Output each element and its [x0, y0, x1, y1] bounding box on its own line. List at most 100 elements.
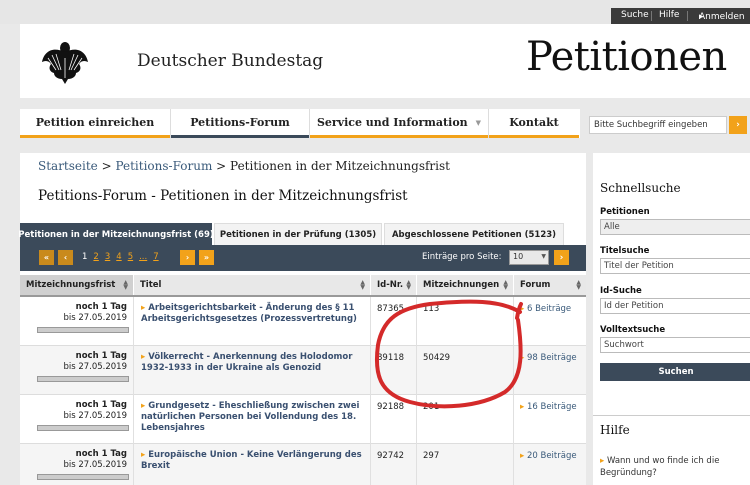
id-cell: 89118	[371, 346, 417, 395]
sort-icon: ▲ ▼	[503, 279, 508, 291]
column-header-title[interactable]: Titel ▲ ▼	[134, 275, 371, 295]
forum-link[interactable]: ▸ 6 Beiträge	[520, 304, 571, 314]
deadline-remaining: noch 1 Tag	[75, 351, 127, 361]
prev-page-button[interactable]: ‹	[58, 250, 73, 265]
petition-title-link[interactable]: ▸ Völkerrecht - Anerkennung des Holodomo…	[141, 352, 366, 374]
arrow-icon: ▸	[520, 402, 527, 412]
pagination-bar: « ‹ 1 2 3 4 5... 7 › » Einträge pro Seite: 10…	[20, 245, 586, 271]
page-link[interactable]: 7	[153, 252, 158, 262]
petition-id: 92188	[377, 402, 405, 412]
arrow-icon: ▸	[600, 456, 607, 466]
signature-count: 201	[423, 402, 440, 412]
petition-title-link[interactable]: ▸ Grundgesetz - Eheschließung zwischen z…	[141, 401, 366, 434]
site-search-input[interactable]: Bitte Suchbegriff eingeben	[589, 116, 727, 134]
federal-eagle-icon[interactable]	[40, 38, 90, 84]
column-header-signatures[interactable]: Mitzeichnungen ▲ ▼	[417, 275, 514, 295]
petitions-select[interactable]: Alle	[600, 219, 750, 235]
table-row: noch 1 Tag bis 27.05.2019 ▸ Europäische U…	[20, 444, 586, 485]
help-link[interactable]: Hilfe	[659, 10, 679, 20]
page-link[interactable]: 4	[116, 252, 121, 262]
petition-title: Arbeitsgerichtsbarkeit - Änderung des § …	[141, 303, 357, 324]
nav-service-information[interactable]: Service und Information ▼	[310, 109, 488, 138]
tab-abgeschlossen[interactable]: Abgeschlossene Petitionen (5123)	[384, 223, 564, 245]
deadline-date: bis 27.05.2019	[63, 460, 127, 470]
arrow-icon: ▸	[520, 304, 527, 314]
signatures-cell: 113	[417, 297, 514, 346]
id-search-input[interactable]: Id der Petition	[600, 298, 750, 314]
page-ellipsis: ...	[139, 252, 148, 262]
id-search-label: Id-Suche	[600, 286, 642, 296]
last-page-button[interactable]: »	[199, 250, 214, 265]
breadcrumb-home[interactable]: Startseite	[38, 159, 98, 173]
progress-bar	[37, 474, 129, 480]
help-link[interactable]: ▸ Wann und wo finde ich die Begründung?	[600, 455, 745, 479]
page-link[interactable]: 5	[128, 252, 133, 262]
first-page-button[interactable]: «	[39, 250, 54, 265]
search-link[interactable]: Suche	[621, 10, 649, 20]
table-row: noch 1 Tag bis 27.05.2019 ▸ Grundgesetz -…	[20, 395, 586, 444]
column-header-deadline[interactable]: Mitzeichnungsfrist ▲ ▼	[20, 275, 134, 295]
progress-bar	[37, 327, 129, 333]
nav-petition-einreichen[interactable]: Petition einreichen	[20, 109, 170, 138]
per-page-go-button[interactable]: ›	[554, 250, 569, 265]
page-link[interactable]: 3	[105, 252, 110, 262]
main-content: Startseite > Petitions-Forum > Petitione…	[18, 153, 586, 485]
fulltext-search-input[interactable]: Suchwort	[600, 337, 750, 353]
signatures-cell: 50429	[417, 346, 514, 395]
tab-bar: Petitionen in der Mitzeichnungsfrist (69…	[18, 223, 586, 245]
deadline-date: bis 27.05.2019	[63, 362, 127, 372]
nav-kontakt[interactable]: Kontakt	[489, 109, 579, 138]
site-header: Deutscher Bundestag Petitionen	[20, 24, 750, 98]
forum-link[interactable]: ▸ 16 Beiträge	[520, 402, 577, 412]
column-header-forum[interactable]: Forum ▲ ▼	[514, 275, 586, 295]
id-cell: 87365	[371, 297, 417, 346]
petitions-label: Petitionen	[600, 207, 650, 217]
nav-petitions-forum[interactable]: Petitions-Forum	[171, 109, 309, 138]
site-title[interactable]: Petitionen	[526, 34, 727, 80]
page-links: 1 2 3 4 5... 7	[82, 252, 165, 262]
sort-icon: ▲ ▼	[406, 279, 411, 291]
deadline-remaining: noch 1 Tag	[75, 400, 127, 410]
petition-title: Europäische Union - Keine Verlängerung d…	[141, 450, 362, 471]
forum-link[interactable]: ▸ 98 Beiträge	[520, 353, 577, 363]
site-search-button[interactable]: ›	[729, 116, 747, 134]
petition-title-link[interactable]: ▸ Europäische Union - Keine Verlängerung…	[141, 450, 366, 472]
table-header: Mitzeichnungsfrist ▲ ▼ Titel ▲ ▼ Id-Nr. ▲ ▼ Mi…	[20, 275, 586, 297]
arrow-icon: ▸	[520, 353, 527, 363]
page-link[interactable]: 2	[93, 252, 98, 262]
petition-title-link[interactable]: ▸ Arbeitsgerichtsbarkeit - Änderung des …	[141, 303, 366, 325]
chevron-down-icon: ▼	[475, 117, 482, 127]
title-cell: ▸ Völkerrecht - Anerkennung des Holodomo…	[134, 346, 371, 395]
signature-count: 297	[423, 451, 440, 461]
forum-cell: ▸ 6 Beiträge	[514, 297, 586, 346]
tab-in-pruefung[interactable]: Petitionen in der Prüfung (1305)	[214, 223, 382, 245]
page-title: Petitions-Forum - Petitionen in der Mitz…	[38, 188, 408, 204]
petition-id: 89118	[377, 353, 405, 363]
deadline-cell: noch 1 Tag bis 27.05.2019	[20, 346, 134, 395]
petition-table: noch 1 Tag bis 27.05.2019 ▸ Arbeitsgerich…	[20, 297, 586, 485]
deadline: noch 1 Tag bis 27.05.2019	[63, 449, 127, 471]
page-link-current[interactable]: 1	[82, 252, 87, 262]
title-search-label: Titelsuche	[600, 246, 650, 256]
per-page-select[interactable]: 10 ▼	[509, 250, 549, 265]
forum-link[interactable]: ▸ 20 Beiträge	[520, 451, 577, 461]
table-row: noch 1 Tag bis 27.05.2019 ▸ Arbeitsgerich…	[20, 297, 586, 346]
title-cell: ▸ Grundgesetz - Eheschließung zwischen z…	[134, 395, 371, 444]
tab-mitzeichnungsfrist[interactable]: Petitionen in der Mitzeichnungsfrist (69…	[18, 223, 214, 245]
signature-count: 50429	[423, 353, 451, 363]
column-header-id[interactable]: Id-Nr. ▲ ▼	[371, 275, 417, 295]
deadline: noch 1 Tag bis 27.05.2019	[63, 400, 127, 422]
deadline-date: bis 27.05.2019	[63, 313, 127, 323]
deadline: noch 1 Tag bis 27.05.2019	[63, 302, 127, 324]
next-page-button[interactable]: ›	[180, 250, 195, 265]
forum-cell: ▸ 20 Beiträge	[514, 444, 586, 485]
title-search-input[interactable]: Titel der Petition	[600, 258, 750, 274]
breadcrumb: Startseite > Petitions-Forum > Petitione…	[38, 159, 450, 173]
brand-name[interactable]: Deutscher Bundestag	[137, 51, 323, 71]
chevron-down-icon: ▼	[541, 253, 546, 260]
progress-bar	[37, 425, 129, 431]
breadcrumb-forum[interactable]: Petitions-Forum	[115, 159, 212, 173]
deadline: noch 1 Tag bis 27.05.2019	[63, 351, 127, 373]
quick-search-button[interactable]: Suchen	[600, 363, 750, 381]
forum-count: 20 Beiträge	[526, 451, 577, 461]
